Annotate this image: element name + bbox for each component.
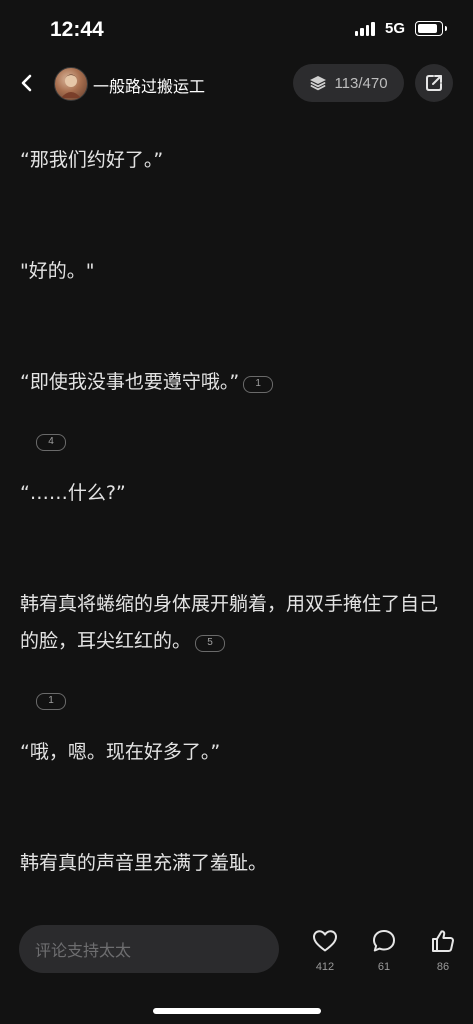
chapter-progress-label: 113/470 xyxy=(334,74,388,92)
status-indicators: 5G xyxy=(354,20,447,37)
paragraph-comment-badge[interactable]: 1 xyxy=(243,375,274,393)
author-name[interactable]: 一般路过搬运工 xyxy=(93,73,205,97)
paragraph-text: 韩宥真将蜷缩的身体展开躺着，用双手掩住了自己的脸，耳尖红红的。 xyxy=(20,593,439,652)
back-icon xyxy=(21,74,32,92)
thumbs-up-button[interactable]: 86 xyxy=(423,927,463,973)
layers-icon xyxy=(310,76,327,91)
comment-icon xyxy=(373,930,395,952)
status-time: 12:44 xyxy=(50,18,104,41)
comment-count-badge[interactable]: 4 xyxy=(36,433,66,451)
paragraph: “……什么?” xyxy=(20,482,126,504)
share-icon xyxy=(426,75,442,91)
comment-count-badge[interactable]: 1 xyxy=(36,692,66,710)
paragraph-comment-badge[interactable]: 1 xyxy=(32,690,66,710)
paragraph-text: “即使我没事也要遵守哦。” xyxy=(20,371,240,393)
paragraph: 韩宥真的声音里充满了羞耻。 xyxy=(20,852,268,874)
comment-input[interactable]: 评论支持太太 xyxy=(19,925,279,973)
battery-icon xyxy=(415,21,447,36)
like-count: 412 xyxy=(315,961,335,973)
chapter-progress-button[interactable]: 113/470 xyxy=(293,64,404,102)
share-button[interactable] xyxy=(415,64,453,102)
signal-icon xyxy=(354,21,377,36)
back-button[interactable] xyxy=(12,68,42,98)
paragraph: “那我们约好了。” xyxy=(20,149,164,171)
like-button[interactable]: 412 xyxy=(305,927,345,973)
paragraph-comment-badge[interactable]: 5 xyxy=(195,634,226,652)
reader-header: 一般路过搬运工 113/470 xyxy=(0,62,473,106)
paragraph: “即使我没事也要遵守哦。” 1 xyxy=(20,364,456,401)
author-avatar[interactable] xyxy=(54,67,88,101)
paragraph: 韩宥真将蜷缩的身体展开躺着，用双手掩住了自己的脸，耳尖红红的。 5 xyxy=(20,586,456,660)
paragraph-comment-badge[interactable]: 4 xyxy=(32,431,66,451)
home-indicator[interactable] xyxy=(153,1008,321,1014)
thumbs-up-count: 86 xyxy=(436,961,450,973)
network-label: 5G xyxy=(384,20,405,37)
status-bar: 12:44 5G xyxy=(0,0,473,60)
thumbs-up-icon xyxy=(432,930,454,952)
comment-count: 61 xyxy=(377,961,391,973)
paragraph: “哦，嗯。现在好多了。” xyxy=(20,741,221,763)
paragraph: "好的。" xyxy=(20,260,95,282)
comments-button[interactable]: 61 xyxy=(364,927,404,973)
heart-icon xyxy=(313,930,337,952)
